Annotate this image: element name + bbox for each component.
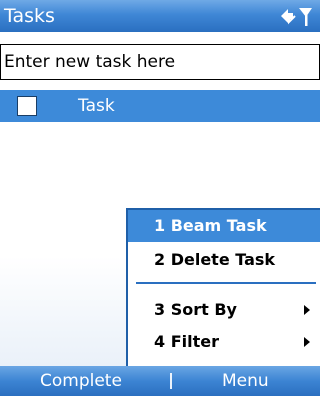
title-bar: Tasks [0, 0, 320, 32]
app-title: Tasks [4, 5, 55, 27]
menu-item-label: 1 Beam Task [154, 216, 267, 235]
softkey-divider [170, 373, 172, 389]
signal-icon [299, 8, 312, 26]
task-checkbox[interactable] [17, 96, 37, 116]
task-label: Task [78, 96, 115, 116]
menu-item-delete-task[interactable]: 2 Delete Task [128, 244, 320, 276]
new-task-input[interactable]: Enter new task here [0, 44, 320, 80]
menu-item-sort-by[interactable]: 3 Sort By [128, 294, 320, 326]
complete-softkey[interactable]: Complete [40, 369, 122, 393]
new-task-placeholder: Enter new task here [4, 52, 176, 72]
menu-item-label: 3 Sort By [154, 300, 237, 319]
menu-item-label: 4 Filter [154, 332, 219, 351]
menu-separator [136, 282, 316, 284]
menu-item-label: 2 Delete Task [154, 250, 276, 269]
status-icons [281, 8, 312, 26]
menu-item-beam-task[interactable]: 1 Beam Task [128, 210, 320, 242]
submenu-arrow-icon [304, 337, 310, 347]
menu-softkey[interactable]: Menu [222, 369, 269, 393]
softkey-bar: Complete Menu [0, 366, 320, 396]
context-menu: 1 Beam Task 2 Delete Task 3 Sort By 4 Fi… [126, 208, 320, 366]
task-list-item[interactable]: Task [0, 90, 320, 122]
menu-item-filter[interactable]: 4 Filter [128, 326, 320, 358]
submenu-arrow-icon [304, 305, 310, 315]
connectivity-icon [281, 9, 296, 25]
